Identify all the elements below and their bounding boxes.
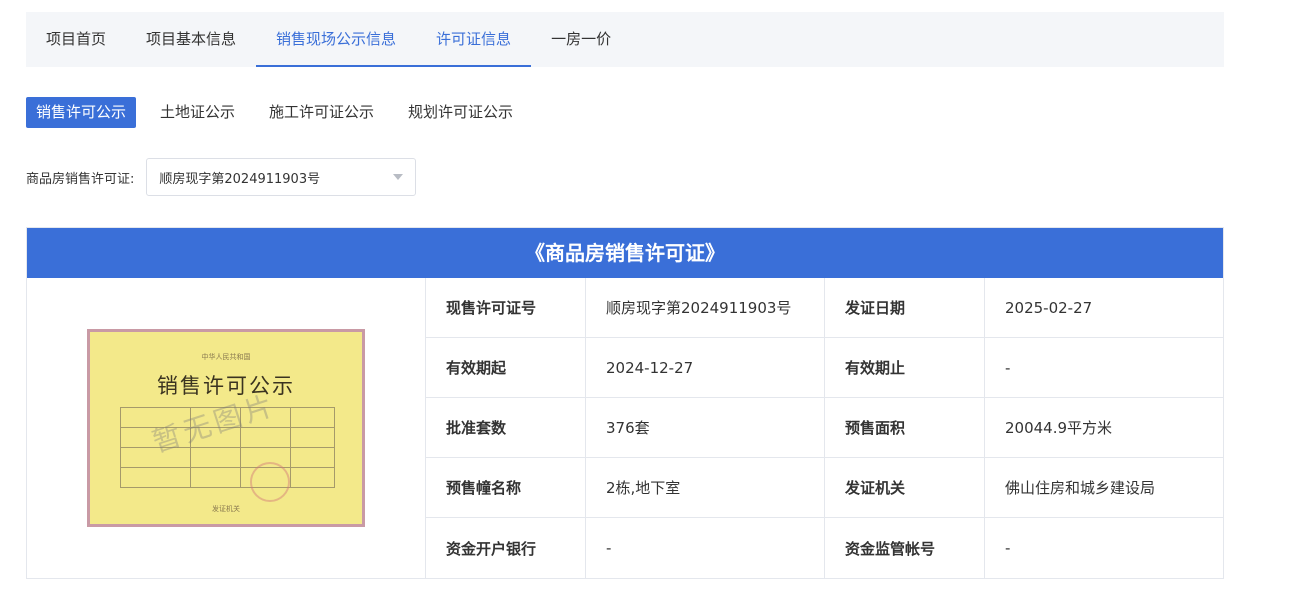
certificate-image[interactable]: 中华人民共和国 销售许可公示 暂无图片 发证机关 [87, 329, 365, 527]
value-fund-account: - [1005, 539, 1011, 557]
label-permit-number: 现售许可证号 [426, 278, 586, 338]
tab-project-basic-info[interactable]: 项目基本信息 [126, 12, 256, 67]
value-issue-date: 2025-02-27 [985, 278, 1223, 338]
label-presale-area: 预售面积 [825, 398, 985, 458]
subtab-construction-permit[interactable]: 施工许可证公示 [259, 97, 384, 128]
label-valid-from: 有效期起 [426, 338, 586, 398]
seal-icon [250, 462, 290, 502]
value-building-name: 2栋,地下室 [586, 458, 825, 518]
label-issue-date: 发证日期 [825, 278, 985, 338]
top-tab-bar: 项目首页 项目基本信息 销售现场公示信息 许可证信息 一房一价 [26, 12, 1224, 67]
permit-info-grid: 现售许可证号 顺房现字第2024911903号 发证日期 2025-02-27 … [426, 278, 1223, 578]
value-issuing-authority: 佛山住房和城乡建设局 [985, 458, 1223, 518]
permit-selector-label: 商品房销售许可证: [26, 171, 135, 187]
tab-sales-site-info[interactable]: 销售现场公示信息 [256, 12, 417, 67]
value-valid-from: 2024-12-27 [586, 338, 825, 398]
value-valid-to: - [985, 338, 1223, 398]
value-permit-number: 顺房现字第2024911903号 [586, 278, 825, 338]
tab-license-info[interactable]: 许可证信息 [416, 12, 532, 67]
certificate-image-cell: 中华人民共和国 销售许可公示 暂无图片 发证机关 [27, 278, 426, 578]
label-issuing-authority: 发证机关 [825, 458, 985, 518]
permit-panel: 《商品房销售许可证》 中华人民共和国 销售许可公示 暂无图片 发证机关 现售许可… [26, 227, 1224, 579]
label-valid-to: 有效期止 [825, 338, 985, 398]
label-building-name: 预售幢名称 [426, 458, 586, 518]
label-fund-account: 资金监管帐号 [825, 518, 985, 578]
panel-title: 《商品房销售许可证》 [27, 228, 1223, 278]
subtab-sales-permit[interactable]: 销售许可公示 [26, 97, 137, 128]
value-presale-area: 20044.9平方米 [985, 398, 1223, 458]
subtab-land-cert[interactable]: 土地证公示 [150, 97, 245, 128]
sub-tab-bar: 销售许可公示 土地证公示 施工许可证公示 规划许可证公示 [26, 97, 537, 128]
permit-select-value: 顺房现字第2024911903号 [159, 171, 321, 187]
label-fund-bank: 资金开户银行 [426, 518, 586, 578]
value-approved-units: 376套 [586, 398, 825, 458]
certificate-subtitle: 中华人民共和国 [201, 353, 251, 361]
tab-project-home[interactable]: 项目首页 [26, 12, 126, 67]
chevron-down-icon [393, 174, 404, 180]
permit-selector-row: 商品房销售许可证: 顺房现字第2024911903号 [26, 158, 417, 196]
certificate-title: 销售许可公示 [157, 374, 295, 398]
certificate-footer: 发证机关 [212, 505, 240, 513]
subtab-planning-permit[interactable]: 规划许可证公示 [398, 97, 523, 128]
label-approved-units: 批准套数 [426, 398, 586, 458]
value-fund-bank: - [586, 518, 825, 578]
tab-one-price-per-unit[interactable]: 一房一价 [531, 12, 631, 67]
permit-select[interactable]: 顺房现字第2024911903号 [146, 158, 417, 196]
